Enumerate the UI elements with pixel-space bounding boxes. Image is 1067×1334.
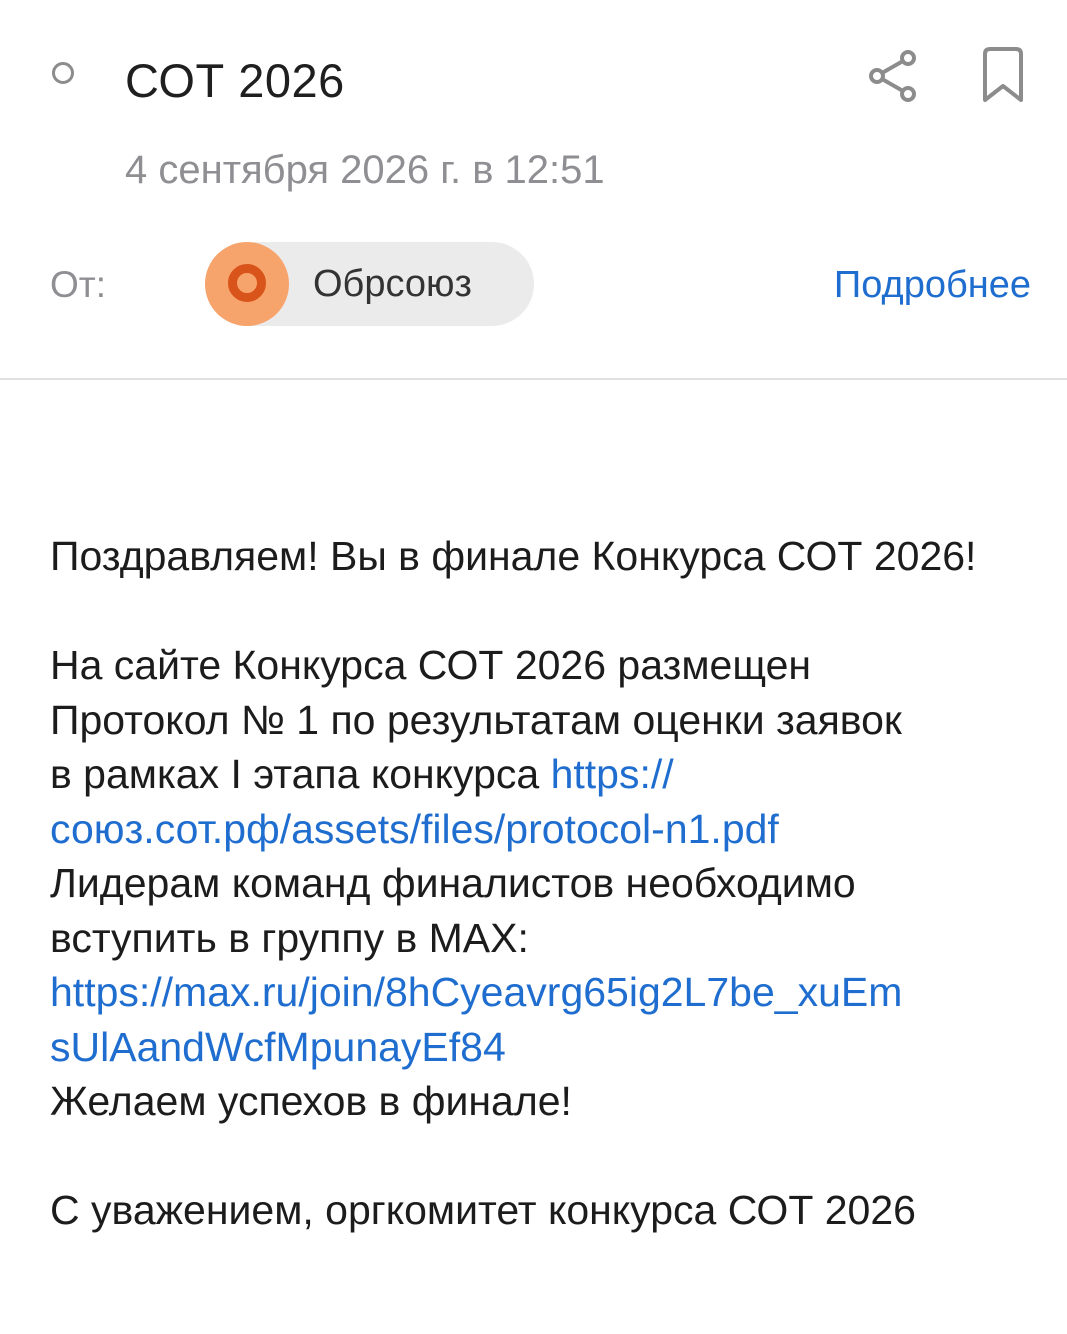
protocol-line-3: в рамках I этапа конкурса https:// (50, 747, 1050, 802)
sender-chip[interactable]: Обрсоюз (205, 242, 534, 326)
leaders-line-2: вступить в группу в MAX: (50, 914, 529, 961)
unread-indicator-icon[interactable] (52, 62, 74, 84)
protocol-link[interactable]: союз.сот.рф/assets/files/protocol-n1.pdf (50, 802, 1050, 857)
share-icon (869, 50, 916, 102)
sender-name: Обрсоюз (313, 263, 472, 305)
details-link[interactable]: Подробнее (834, 261, 1031, 309)
share-button[interactable] (866, 48, 922, 104)
message-body: Поздравляем! Вы в финале Конкурса СОТ 20… (50, 529, 1050, 1238)
protocol-line-3-text: в рамках I этапа конкурса (50, 751, 551, 797)
from-label: От: (50, 264, 107, 305)
sender-avatar (205, 242, 289, 326)
email-date: 4 сентября 2026 г. в 12:51 (125, 148, 605, 192)
wishes-line: Желаем успехов в финале! (50, 1078, 572, 1124)
bookmark-button[interactable] (975, 44, 1031, 106)
email-subject: СОТ 2026 (125, 54, 345, 107)
signature: С уважением, оргкомитет конкурса СОТ 202… (50, 1187, 916, 1233)
leaders-line-1: Лидерам команд финалистов необходимо (50, 860, 856, 906)
max-group-link-line-1[interactable]: https://max.ru/join/8hCyeavrg65ig2L7be_x… (50, 965, 1050, 1020)
header-divider (0, 378, 1067, 380)
protocol-link-start[interactable]: https:// (551, 751, 674, 797)
protocol-line-2: Протокол № 1 по результатам оценки заяво… (50, 696, 902, 743)
sender-logo-icon (228, 264, 266, 302)
congratulations-paragraph: Поздравляем! Вы в финале Конкурса СОТ 20… (50, 533, 977, 579)
bookmark-icon (983, 47, 1023, 102)
protocol-line-1: На сайте Конкурса СОТ 2026 размещен (50, 642, 812, 688)
max-group-link-line-2[interactable]: sUlAandWcfMpunayEf84 (50, 1020, 1050, 1075)
